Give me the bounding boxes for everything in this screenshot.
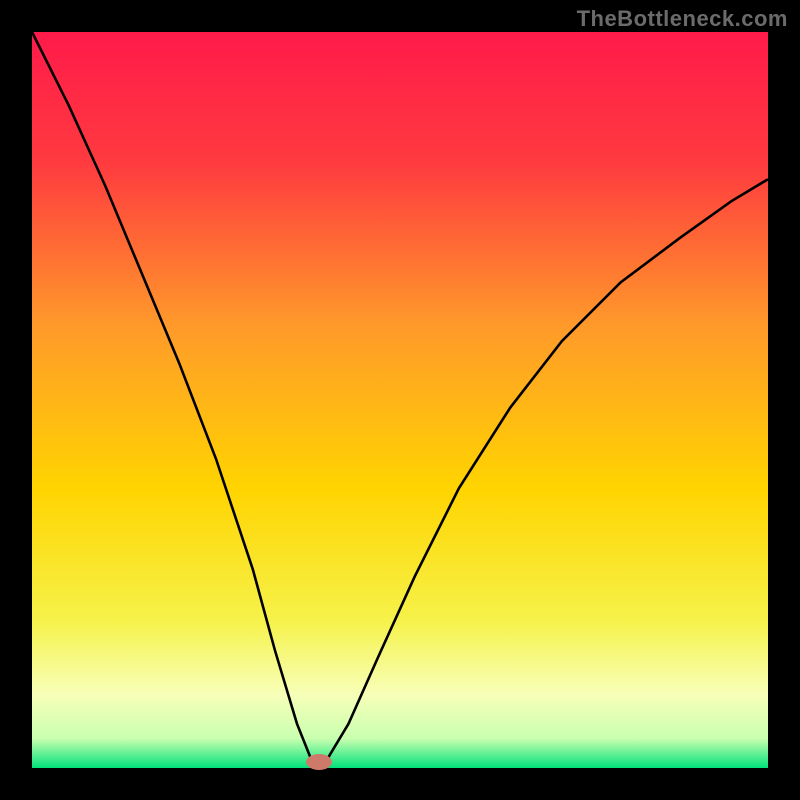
- heat-background: [32, 32, 768, 768]
- chart-svg: [0, 0, 800, 800]
- plot-area: [32, 32, 768, 770]
- watermark-text: TheBottleneck.com: [577, 6, 788, 32]
- chart-stage: TheBottleneck.com: [0, 0, 800, 800]
- optimum-marker: [306, 754, 332, 770]
